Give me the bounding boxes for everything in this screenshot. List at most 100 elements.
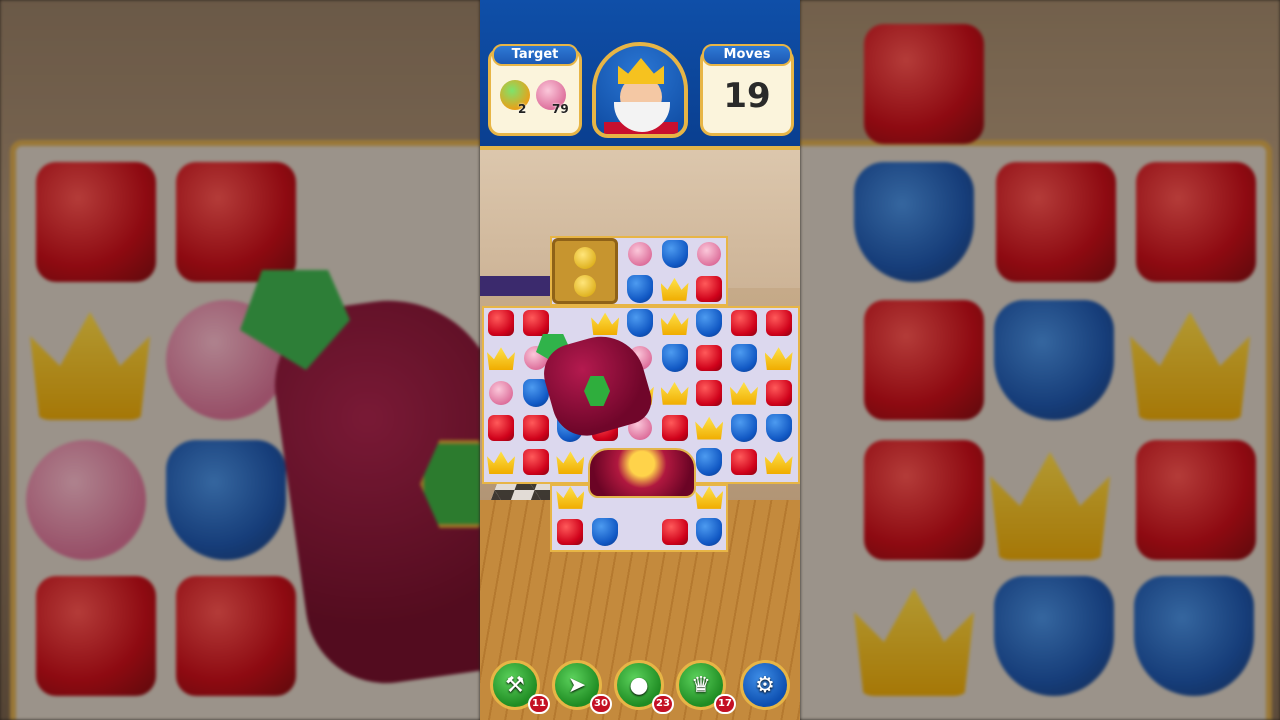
yellow-tile [556, 451, 585, 475]
red-tile [765, 310, 792, 337]
board-cell[interactable] [728, 377, 760, 409]
board-cell[interactable] [485, 377, 517, 409]
blue-tile [661, 344, 688, 373]
red-tile [730, 449, 757, 476]
red-tile [661, 414, 688, 441]
board-cell[interactable] [693, 238, 725, 270]
jester-hat-icon: ♛ [691, 672, 711, 698]
board-cell[interactable] [693, 412, 725, 444]
board-cell[interactable] [624, 238, 656, 270]
cannon-count: 23 [652, 694, 674, 714]
target-label: Target [492, 44, 578, 66]
red-tile [488, 310, 514, 337]
yellow-tile [660, 277, 689, 301]
booster-bar: ⚒ 11 ➤ 30 ● 23 ♛ 17 ⚙ [480, 656, 800, 720]
board-cell[interactable] [693, 273, 725, 305]
board-cell[interactable] [624, 273, 656, 305]
yellow-tile [695, 416, 724, 440]
blue-tile [730, 344, 757, 373]
blue-tile [626, 309, 653, 338]
board-cell[interactable] [693, 446, 725, 478]
board-cell[interactable] [763, 307, 795, 339]
blue-tile [696, 309, 723, 338]
red-tile [696, 379, 723, 406]
board-cell[interactable] [659, 238, 691, 270]
yellow-tile [591, 312, 620, 336]
board-cell[interactable] [554, 446, 586, 478]
board-cell[interactable] [693, 516, 725, 548]
blue-tile [696, 448, 723, 477]
yellow-tile [556, 486, 585, 509]
crate-obstacle [552, 238, 618, 304]
blue-tile [696, 517, 723, 546]
red-tile [730, 310, 757, 337]
yellow-tile [487, 347, 515, 371]
blue-tile [626, 274, 653, 303]
board-cell[interactable] [728, 412, 760, 444]
top-hud: Target 2 79 Moves 19 [480, 0, 800, 150]
red-tile [522, 449, 549, 476]
target-potion-count: 2 [518, 102, 527, 116]
board-cell[interactable] [554, 481, 586, 513]
board-cell[interactable] [659, 412, 691, 444]
board-cell[interactable] [693, 342, 725, 374]
board-cell[interactable] [485, 446, 517, 478]
board-cell[interactable] [728, 307, 760, 339]
yellow-tile [487, 451, 515, 475]
hammer-count: 11 [528, 694, 550, 714]
board-cell[interactable] [485, 307, 517, 339]
hammer-icon: ⚒ [505, 672, 525, 698]
king-avatar [592, 42, 688, 138]
room-rail [480, 276, 560, 296]
board-cell[interactable] [763, 412, 795, 444]
target-shell-count: 79 [552, 102, 569, 116]
red-tile [696, 275, 723, 302]
yellow-tile [695, 486, 724, 509]
yellow-tile [660, 312, 689, 336]
board-cell[interactable] [763, 377, 795, 409]
pink-tile [489, 380, 513, 405]
yellow-tile [660, 381, 689, 405]
settings-button[interactable]: ⚙ [740, 660, 790, 710]
board-cell[interactable] [554, 516, 586, 548]
red-tile [488, 414, 514, 441]
board-cell[interactable] [659, 516, 691, 548]
board-cell[interactable] [728, 446, 760, 478]
blue-tile [730, 413, 757, 442]
red-tile [522, 414, 549, 441]
red-tile [661, 518, 688, 545]
dim-overlay-right [800, 0, 1280, 720]
board-cell[interactable] [659, 377, 691, 409]
pink-tile [627, 242, 652, 266]
board-cell[interactable] [763, 446, 795, 478]
blue-tile [592, 517, 619, 546]
yellow-tile [764, 451, 793, 475]
red-tile [765, 379, 792, 406]
moves-label: Moves [702, 44, 792, 66]
board-cell[interactable] [485, 412, 517, 444]
board-cell[interactable] [763, 342, 795, 374]
board-cell[interactable] [693, 307, 725, 339]
cannon-icon: ● [629, 672, 649, 698]
board-cell[interactable] [728, 342, 760, 374]
blue-tile [765, 413, 792, 442]
board-cell[interactable] [693, 481, 725, 513]
board-cell[interactable] [659, 342, 691, 374]
honey-pot-icon [574, 247, 596, 269]
board-cell[interactable] [589, 307, 621, 339]
board-cell[interactable] [693, 377, 725, 409]
board-cell[interactable] [520, 446, 552, 478]
board-cell[interactable] [659, 273, 691, 305]
honey-pot-icon [574, 275, 596, 297]
yellow-tile [729, 381, 758, 405]
red-tile [557, 518, 584, 545]
moves-counter: 19 [723, 76, 771, 116]
red-tile [696, 345, 723, 372]
board-cell[interactable] [589, 516, 621, 548]
board-cell[interactable] [659, 307, 691, 339]
gear-icon: ⚙ [755, 672, 775, 698]
board-cell[interactable] [485, 342, 517, 374]
blue-tile [661, 240, 688, 268]
board-cell[interactable] [624, 307, 656, 339]
board-cell[interactable] [520, 412, 552, 444]
